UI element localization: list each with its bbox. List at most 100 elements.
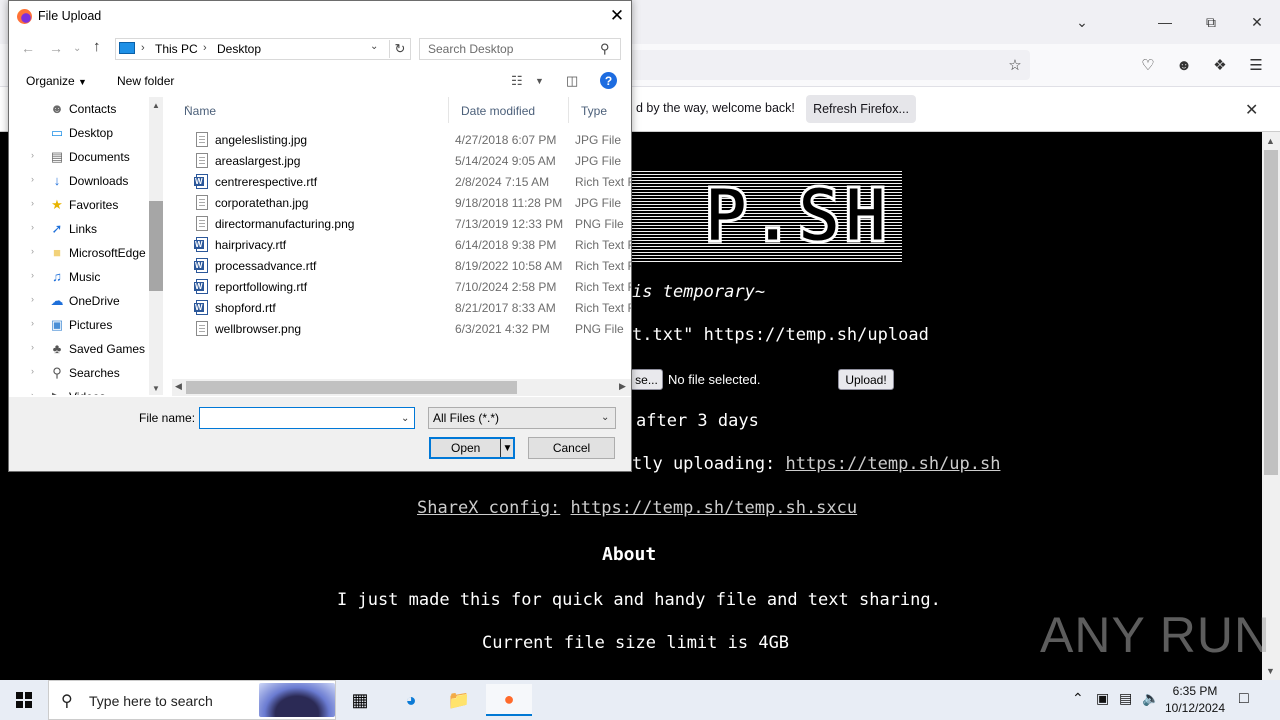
network-icon[interactable]: ▤ bbox=[1119, 690, 1132, 707]
menu-icon[interactable]: ☰ bbox=[1245, 54, 1267, 76]
expand-chevron-icon[interactable]: › bbox=[31, 246, 34, 256]
dialog-titlebar[interactable]: File Upload ✕ bbox=[9, 1, 631, 32]
start-button[interactable] bbox=[0, 680, 48, 720]
address-bar[interactable]: › This PC › Desktop ⌄ ↻ bbox=[115, 38, 411, 60]
view-dropdown-icon[interactable]: ▼ bbox=[535, 76, 544, 86]
list-all-tabs-icon[interactable]: ⌄ bbox=[1070, 10, 1094, 34]
expand-chevron-icon[interactable]: › bbox=[31, 366, 34, 376]
file-list-horizontal-scrollbar[interactable]: ◀ ▶ bbox=[172, 379, 631, 396]
bookmark-star-icon[interactable]: ☆ bbox=[1004, 54, 1026, 76]
nav-item-contacts[interactable]: ☻ Contacts bbox=[9, 97, 149, 121]
expand-chevron-icon[interactable]: › bbox=[31, 318, 34, 328]
show-hidden-icons-icon[interactable]: ⌃ bbox=[1072, 690, 1084, 707]
horizontal-scrollbar-thumb[interactable] bbox=[186, 381, 517, 394]
address-dropdown-icon[interactable]: ⌄ bbox=[370, 41, 378, 52]
notifications-icon[interactable]: □ bbox=[1239, 690, 1249, 708]
file-type: JPG File bbox=[575, 154, 622, 168]
file-type-select[interactable]: All Files (*.*) ⌄ bbox=[428, 407, 616, 429]
expand-chevron-icon[interactable]: › bbox=[31, 390, 34, 395]
nav-item-favorites[interactable]: › ★ Favorites bbox=[9, 193, 149, 217]
help-icon[interactable]: ? bbox=[600, 72, 617, 89]
organize-button[interactable]: Organize ▼ bbox=[26, 74, 87, 88]
page-scrollbar[interactable]: ▲ ▼ bbox=[1262, 132, 1280, 680]
refresh-icon[interactable]: ↻ bbox=[389, 40, 410, 58]
file-name-input[interactable] bbox=[199, 407, 415, 429]
navigation-pane-scrollbar[interactable]: ▲ ▼ bbox=[149, 97, 163, 395]
pocket-icon[interactable]: ♡ bbox=[1137, 54, 1159, 76]
expand-chevron-icon[interactable]: › bbox=[31, 174, 34, 184]
upload-button[interactable]: Upload! bbox=[838, 369, 894, 390]
file-row[interactable]: wellbrowser.png 6/3/2021 4:32 PM PNG File bbox=[172, 318, 631, 339]
nav-item-desktop[interactable]: ▭ Desktop bbox=[9, 121, 149, 145]
breadcrumb-desktop[interactable]: Desktop bbox=[217, 42, 261, 56]
expand-chevron-icon[interactable]: › bbox=[31, 222, 34, 232]
recent-locations-icon[interactable]: ⌄ bbox=[73, 43, 81, 54]
breadcrumb-this-pc[interactable]: This PC bbox=[155, 42, 198, 56]
nav-item-downloads[interactable]: › ↓ Downloads bbox=[9, 169, 149, 193]
nav-item-searches[interactable]: › ⚲ Searches bbox=[9, 361, 149, 385]
file-row[interactable]: reportfollowing.rtf 7/10/2024 2:58 PM Rich… bbox=[172, 276, 631, 297]
open-button[interactable]: Open ▼ bbox=[429, 437, 515, 459]
nav-item-music[interactable]: › ♫ Music bbox=[9, 265, 149, 289]
notification-close-icon[interactable]: ✕ bbox=[1245, 100, 1258, 120]
column-header-type[interactable]: Type bbox=[569, 97, 631, 123]
nav-item-videos[interactable]: › ▶ Videos bbox=[9, 385, 149, 395]
expand-chevron-icon[interactable]: › bbox=[31, 294, 34, 304]
sharex-label[interactable]: ShareX config: bbox=[417, 498, 560, 518]
column-header-name[interactable]: ⌃ Name bbox=[172, 97, 449, 123]
file-row[interactable]: shopford.rtf 8/21/2017 8:33 AM Rich Text F… bbox=[172, 297, 631, 318]
expand-chevron-icon[interactable]: › bbox=[31, 342, 34, 352]
minimize-icon[interactable]: — bbox=[1153, 10, 1177, 34]
view-options-icon[interactable]: ☷ bbox=[511, 73, 523, 89]
url-bar[interactable] bbox=[600, 50, 1030, 80]
restore-icon[interactable]: ⧉ bbox=[1199, 10, 1223, 34]
file-row[interactable]: processadvance.rtf 8/19/2022 10:58 AM Rich… bbox=[172, 255, 631, 276]
nav-item-onedrive[interactable]: › ☁ OneDrive bbox=[9, 289, 149, 313]
back-arrow-icon[interactable]: ← bbox=[21, 40, 35, 56]
account-icon[interactable]: ☻ bbox=[1173, 54, 1195, 76]
window-close-icon[interactable]: ✕ bbox=[1245, 10, 1269, 34]
refresh-firefox-button[interactable]: Refresh Firefox... bbox=[806, 95, 916, 123]
cancel-button[interactable]: Cancel bbox=[528, 437, 615, 459]
up-arrow-icon[interactable]: ↑ bbox=[93, 38, 101, 55]
nav-item-links[interactable]: › ➚ Links bbox=[9, 217, 149, 241]
file-explorer-icon[interactable]: 📁 bbox=[436, 684, 482, 716]
breadcrumb-chevron-icon[interactable]: › bbox=[203, 42, 207, 54]
file-type: JPG File bbox=[575, 133, 622, 147]
nav-item-documents[interactable]: › ▤ Documents bbox=[9, 145, 149, 169]
sharex-link[interactable]: https://temp.sh/temp.sh.sxcu bbox=[571, 498, 858, 518]
browse-button[interactable]: se... bbox=[630, 369, 663, 390]
file-row[interactable]: areaslargest.jpg 5/14/2024 9:05 AM JPG Fil… bbox=[172, 150, 631, 171]
open-dropdown-icon[interactable]: ▼ bbox=[500, 439, 514, 457]
expand-chevron-icon[interactable]: › bbox=[31, 150, 34, 160]
file-row[interactable]: centrerespective.rtf 2/8/2024 7:15 AM Rich… bbox=[172, 171, 631, 192]
file-row[interactable]: hairprivacy.rtf 6/14/2018 9:38 PM Rich Tex… bbox=[172, 234, 631, 255]
expand-chevron-icon[interactable]: › bbox=[31, 270, 34, 280]
meet-now-icon[interactable]: ▣ bbox=[1096, 690, 1109, 707]
extensions-icon[interactable]: ❖ bbox=[1209, 54, 1231, 76]
volume-icon[interactable]: 🔈 bbox=[1142, 690, 1159, 707]
navigation-pane-scrollbar-thumb[interactable] bbox=[149, 201, 163, 291]
edge-icon[interactable]: ◕ bbox=[388, 684, 434, 716]
file-row[interactable]: corporatethan.jpg 9/18/2018 11:28 PM JPG F… bbox=[172, 192, 631, 213]
forward-arrow-icon[interactable]: → bbox=[49, 40, 63, 56]
nav-item-pictures[interactable]: › ▣ Pictures bbox=[9, 313, 149, 337]
search-desktop-input[interactable]: Search Desktop ⚲ bbox=[419, 38, 621, 60]
page-scrollbar-thumb[interactable] bbox=[1264, 150, 1278, 475]
task-view-icon[interactable]: ▦ bbox=[337, 684, 383, 716]
nav-item-saved-games[interactable]: › ♣ Saved Games bbox=[9, 337, 149, 361]
firefox-taskbar-icon[interactable]: ● bbox=[486, 684, 532, 716]
preview-pane-icon[interactable]: ◫ bbox=[566, 73, 578, 89]
clock[interactable]: 6:35 PM 10/12/2024 bbox=[1160, 683, 1230, 717]
breadcrumb-chevron-icon[interactable]: › bbox=[141, 42, 145, 54]
dialog-close-icon[interactable]: ✕ bbox=[605, 5, 629, 27]
nav-item-microsoftedge[interactable]: › ■ MicrosoftEdge bbox=[9, 241, 149, 265]
file-row[interactable]: angeleslisting.jpg 4/27/2018 6:07 PM JPG F… bbox=[172, 129, 631, 150]
file-row[interactable]: directormanufacturing.png 7/13/2019 12:33… bbox=[172, 213, 631, 234]
taskbar-search[interactable]: ⚲ Type here to search bbox=[48, 680, 336, 720]
script-link[interactable]: https://temp.sh/up.sh bbox=[786, 454, 1001, 474]
expand-chevron-icon[interactable]: › bbox=[31, 198, 34, 208]
column-header-date-modified[interactable]: Date modified bbox=[449, 97, 569, 123]
file-name-dropdown-icon[interactable]: ⌄ bbox=[401, 413, 409, 424]
new-folder-button[interactable]: New folder bbox=[117, 74, 174, 88]
